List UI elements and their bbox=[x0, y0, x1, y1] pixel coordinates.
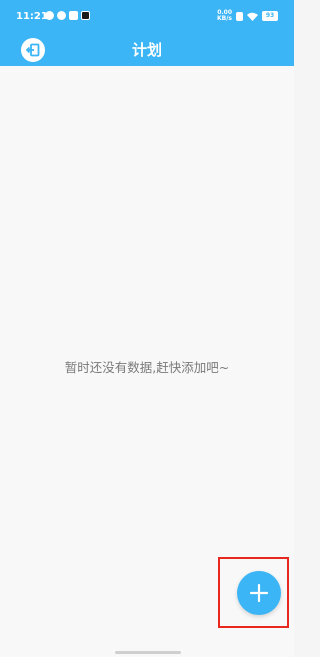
header: 11:21 0.00 KB/s 93 计划 bbox=[0, 0, 294, 66]
notification-icons bbox=[45, 11, 90, 20]
photo-icon bbox=[69, 11, 78, 20]
plan-screen: 11:21 0.00 KB/s 93 计划 暂时还没有数据,赶快添加吧~ bbox=[0, 0, 294, 657]
status-bar: 11:21 0.00 KB/s 93 bbox=[0, 0, 294, 34]
system-indicators: 0.00 KB/s 93 bbox=[217, 10, 278, 22]
add-button[interactable] bbox=[237, 571, 281, 615]
net-speed-unit: KB/s bbox=[217, 15, 232, 22]
battery-icon: 93 bbox=[262, 11, 278, 21]
plus-icon bbox=[249, 583, 269, 603]
page-title: 计划 bbox=[131, 41, 162, 59]
nfc-icon bbox=[236, 11, 243, 21]
app-bar: 计划 bbox=[0, 34, 294, 66]
home-indicator[interactable] bbox=[115, 651, 181, 654]
tiktok-icon bbox=[81, 11, 90, 20]
empty-state-message: 暂时还没有数据,赶快添加吧~ bbox=[64, 360, 230, 375]
shield-icon bbox=[57, 11, 66, 20]
wifi-icon bbox=[247, 12, 258, 21]
status-time: 11:21 bbox=[16, 11, 48, 22]
net-speed: 0.00 KB/s bbox=[217, 10, 232, 22]
sync-icon bbox=[45, 11, 54, 20]
